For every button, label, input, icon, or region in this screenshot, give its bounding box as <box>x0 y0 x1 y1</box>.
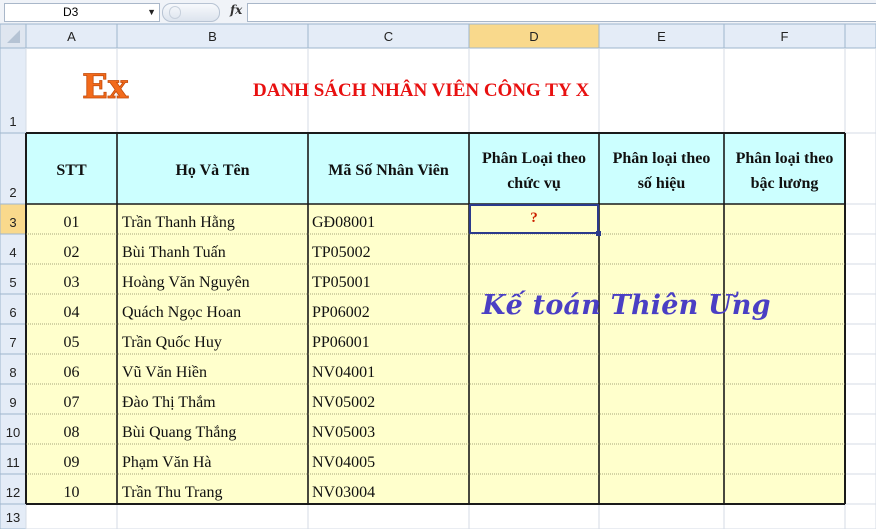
name-cell: Trần Thanh Hằng <box>122 214 235 231</box>
table-header-cell: Phân loại theo <box>613 150 711 167</box>
table-header-cell: Phân Loại theo <box>482 150 586 167</box>
column-header-label: C <box>384 29 393 44</box>
stt-cell: 01 <box>64 214 80 231</box>
row-header-label: 13 <box>6 510 20 525</box>
row-header-label: 9 <box>9 395 16 410</box>
sheet-title: DANH SÁCH NHÂN VIÊN CÔNG TY X <box>253 80 590 101</box>
stt-cell: 06 <box>64 364 80 381</box>
stt-cell: 03 <box>64 274 80 291</box>
stt-cell: 08 <box>64 424 80 441</box>
column-header-label: F <box>781 29 789 44</box>
logo-letters: Ex <box>82 67 129 106</box>
row-header-label: 3 <box>9 215 16 230</box>
employee-code-cell: NV04001 <box>312 364 375 381</box>
stt-cell: 10 <box>64 484 80 501</box>
name-cell: Vũ Văn Hiền <box>122 364 207 381</box>
row-header-label: 1 <box>9 114 16 129</box>
fill-handle[interactable] <box>596 231 601 236</box>
table-header-cell: Họ Và Tên <box>175 162 249 179</box>
employee-code-cell: PP06002 <box>312 304 370 321</box>
name-cell: Hoàng Văn Nguyên <box>122 274 250 291</box>
row-header-label: 5 <box>9 275 16 290</box>
stt-cell: 04 <box>64 304 80 321</box>
name-cell: Trần Quốc Huy <box>122 334 222 351</box>
name-cell: Đào Thị Thắm <box>122 394 216 411</box>
employee-code-cell: NV04005 <box>312 454 375 471</box>
excel-logo: Ex <box>80 66 180 111</box>
table-header-cell: Phân loại theo <box>736 150 834 167</box>
row-header-label: 12 <box>6 485 20 500</box>
table-header-cell: Mã Số Nhân Viên <box>328 162 449 179</box>
position-category-cell[interactable]: ? <box>530 210 538 226</box>
row-header-label: 10 <box>6 425 20 440</box>
name-cell: Bùi Thanh Tuấn <box>122 244 226 261</box>
employee-code-cell: GĐ08001 <box>312 214 375 231</box>
name-cell: Phạm Văn Hà <box>122 454 211 471</box>
employee-code-cell: NV05003 <box>312 424 375 441</box>
column-header-label: E <box>657 29 666 44</box>
watermark-text: Kế toán Thiên Ưng <box>482 290 771 321</box>
select-all-button[interactable] <box>0 23 27 49</box>
stt-cell: 02 <box>64 244 80 261</box>
employee-code-cell: TP05001 <box>312 274 371 291</box>
row-header-label: 11 <box>6 455 20 470</box>
employee-code-cell: TP05002 <box>312 244 371 261</box>
name-cell: Quách Ngọc Hoan <box>122 304 241 321</box>
name-cell: Trần Thu Trang <box>122 484 222 501</box>
stt-cell: 07 <box>64 394 80 411</box>
column-header-g[interactable] <box>844 23 876 49</box>
table-header-cell: chức vụ <box>507 175 561 192</box>
name-cell: Bùi Quang Thắng <box>122 424 236 441</box>
stt-cell: 05 <box>64 334 80 351</box>
row-header-label: 8 <box>9 365 16 380</box>
row-header-label: 2 <box>9 185 16 200</box>
stt-cell: 09 <box>64 454 80 471</box>
column-header-label: A <box>67 29 76 44</box>
employee-code-cell: NV05002 <box>312 394 375 411</box>
row-header-label: 7 <box>9 335 16 350</box>
table-header-cell: số hiệu <box>638 175 686 192</box>
row-header-label: 4 <box>9 245 16 260</box>
column-header-label: D <box>529 29 538 44</box>
table-header-cell: STT <box>56 162 87 179</box>
table-header-cell: bậc lương <box>751 175 819 192</box>
row-header-label: 6 <box>9 305 16 320</box>
employee-code-cell: PP06001 <box>312 334 370 351</box>
employee-code-cell: NV03004 <box>312 484 375 501</box>
column-header-label: B <box>208 29 217 44</box>
